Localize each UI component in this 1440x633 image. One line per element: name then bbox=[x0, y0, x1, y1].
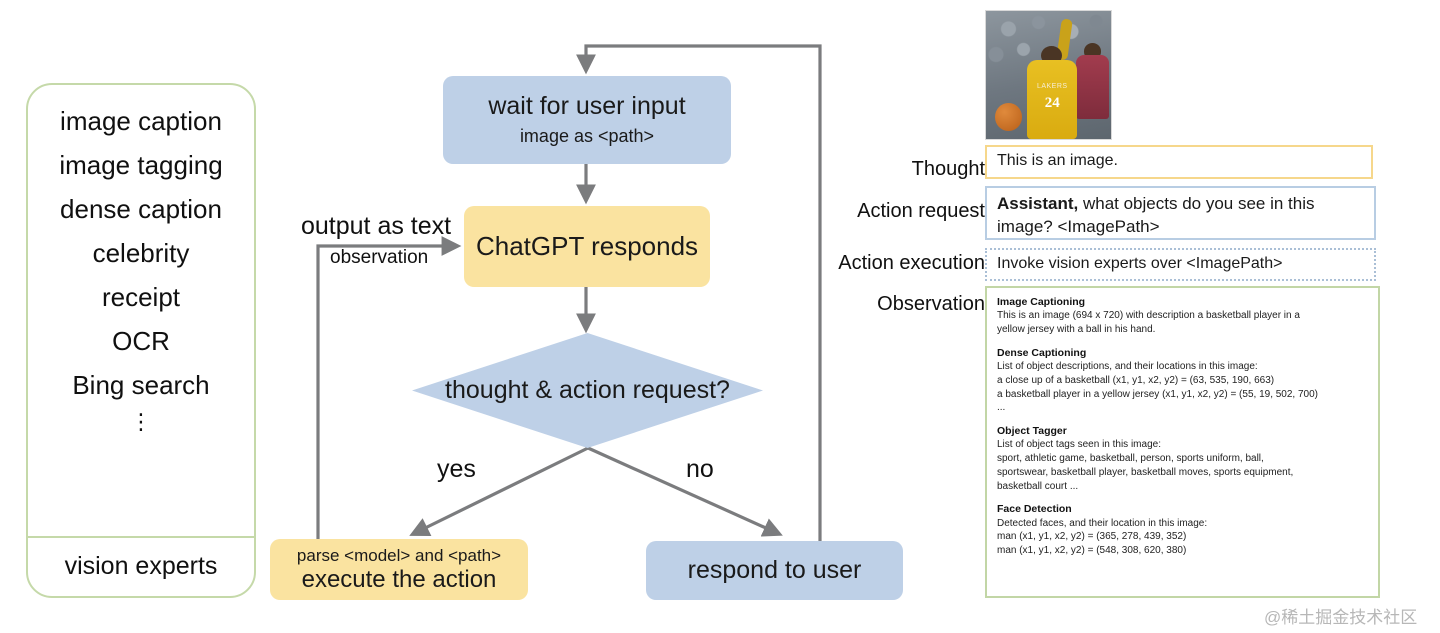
observation-section: Image Captioning This is an image (694 x… bbox=[997, 295, 1368, 337]
vision-experts-footer-label: vision experts bbox=[64, 551, 218, 580]
observation-line: This is an image (694 x 720) with descri… bbox=[997, 310, 1300, 322]
observation-section: Dense Captioning List of object descript… bbox=[997, 346, 1368, 415]
trace-action-request-speaker: Assistant, bbox=[997, 194, 1079, 213]
observation-line: List of object descriptions, and their l… bbox=[997, 360, 1258, 372]
trace-label-observation: Observation bbox=[877, 293, 985, 315]
observation-line: ... bbox=[997, 402, 1006, 414]
trace-action-request-box: Assistant, what objects do you see in th… bbox=[985, 186, 1376, 240]
trace-observation-box: Image Captioning This is an image (694 x… bbox=[985, 286, 1380, 598]
list-item[interactable]: image caption bbox=[28, 99, 254, 143]
edge-label-yes: yes bbox=[437, 455, 476, 483]
observation-line: sport, athletic game, basketball, person… bbox=[997, 453, 1264, 465]
node-respond-title: respond to user bbox=[687, 556, 862, 584]
trace-action-execution-box: Invoke vision experts over <ImagePath> bbox=[985, 248, 1376, 281]
edge-label-observation: observation bbox=[330, 247, 429, 268]
list-item[interactable]: image tagging bbox=[28, 143, 254, 187]
observation-section: Object Tagger List of object tags seen i… bbox=[997, 424, 1368, 493]
observation-line: basketball court ... bbox=[997, 480, 1079, 492]
observation-section-title: Object Tagger bbox=[997, 425, 1067, 438]
photo-jersey-number: 24 bbox=[1044, 95, 1060, 112]
list-item[interactable]: receipt bbox=[28, 275, 254, 319]
ellipsis-icon: ⋮ bbox=[130, 409, 152, 434]
diagram-canvas: image caption image tagging dense captio… bbox=[0, 0, 1440, 633]
node-wait-for-user-input[interactable]: wait for user input image as <path> bbox=[443, 76, 731, 164]
trace-label-action-execution: Action execution bbox=[838, 252, 985, 274]
watermark: @稀土掘金技术社区 bbox=[1264, 608, 1418, 627]
node-decision-thought-action-request[interactable]: thought & action request? bbox=[412, 333, 763, 448]
node-respond-to-user[interactable]: respond to user bbox=[646, 541, 903, 600]
observation-line: a basketball player in a yellow jersey (… bbox=[997, 388, 1319, 400]
edge-label-no: no bbox=[686, 455, 714, 483]
photo-jersey-team: LAKERS bbox=[1036, 82, 1068, 90]
observation-line: man (x1, y1, x2, y2) = (365, 278, 439, 3… bbox=[997, 531, 1187, 543]
list-item[interactable]: dense caption bbox=[28, 187, 254, 231]
observation-section-title: Dense Captioning bbox=[997, 346, 1087, 359]
list-item[interactable]: celebrity bbox=[28, 231, 254, 275]
observation-line: man (x1, y1, x2, y2) = (548, 308, 620, 3… bbox=[997, 545, 1187, 557]
photo-opponent-jersey bbox=[1076, 54, 1109, 119]
node-execute-the-action[interactable]: parse <model> and <path> execute the act… bbox=[270, 539, 528, 600]
observation-section-title: Face Detection bbox=[997, 503, 1072, 516]
node-wait-subtitle: image as <path> bbox=[519, 126, 655, 147]
node-chatgpt-title: ChatGPT responds bbox=[475, 231, 699, 262]
basketball-photo-thumbnail: LAKERS 24 bbox=[985, 10, 1112, 140]
list-item[interactable]: Bing search bbox=[28, 363, 254, 407]
trace-action-execution-text: Invoke vision experts over <ImagePath> bbox=[997, 255, 1283, 272]
vision-experts-list: image caption image tagging dense captio… bbox=[28, 85, 254, 538]
node-parse-title: execute the action bbox=[301, 565, 497, 593]
trace-label-thought: Thought bbox=[911, 158, 985, 180]
edge-label-output-as-text: output as text bbox=[301, 212, 452, 240]
trace-thought-box: This is an image. bbox=[985, 145, 1373, 179]
node-chatgpt-responds[interactable]: ChatGPT responds bbox=[464, 206, 710, 287]
observation-line: Detected faces, and their location in th… bbox=[997, 517, 1208, 529]
trace-label-action-request: Action request bbox=[857, 200, 985, 222]
list-item[interactable]: OCR bbox=[28, 319, 254, 363]
observation-line: sportswear, basketball player, basketbal… bbox=[997, 466, 1294, 478]
node-decision-label: thought & action request? bbox=[445, 376, 730, 404]
edge-decision-no bbox=[587, 446, 783, 537]
vision-experts-panel: image caption image tagging dense captio… bbox=[26, 83, 256, 598]
observation-line: yellow jersey with a ball in his hand. bbox=[997, 323, 1156, 335]
observation-section-title: Image Captioning bbox=[997, 296, 1086, 308]
trace-thought-text: This is an image. bbox=[997, 152, 1118, 169]
observation-section: Face Detection Detected faces, and their… bbox=[997, 502, 1368, 558]
node-wait-title: wait for user input bbox=[488, 92, 686, 121]
observation-line: List of object tags seen in this image: bbox=[997, 439, 1161, 451]
observation-line: a close up of a basketball (x1, y1, x2, … bbox=[997, 374, 1275, 386]
node-parse-subtitle: parse <model> and <path> bbox=[296, 546, 502, 566]
